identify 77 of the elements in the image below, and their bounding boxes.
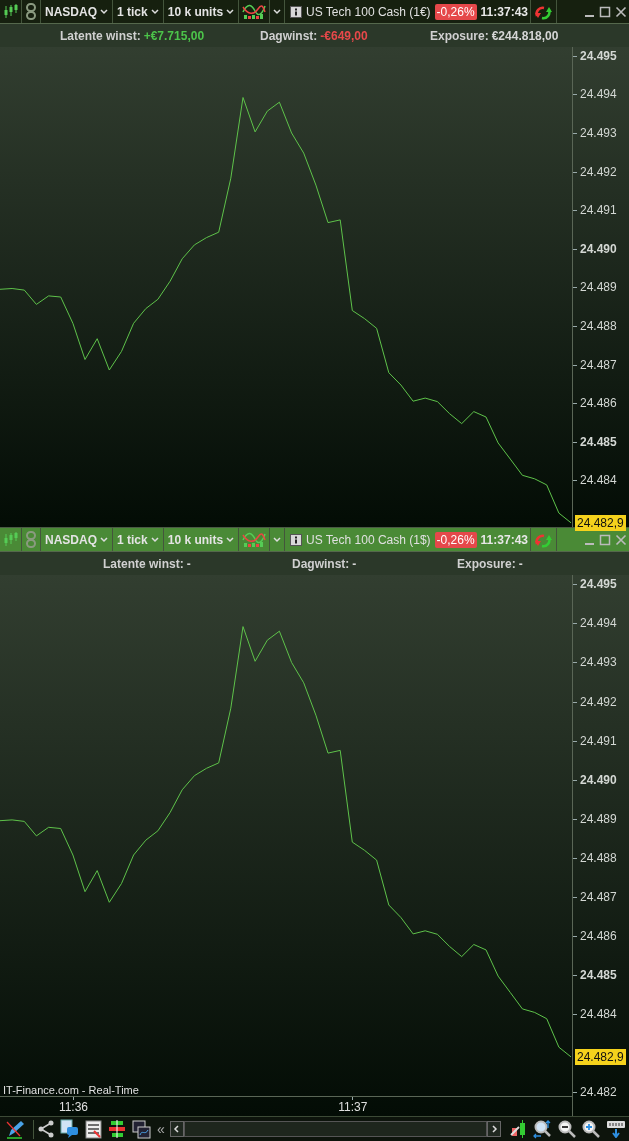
close-icon[interactable] <box>615 5 627 18</box>
size-dropdown[interactable]: 10 k units <box>166 4 236 19</box>
axis-label: 24.482 <box>580 1084 617 1101</box>
stat-label: Latente winst: <box>60 28 141 43</box>
axis-label: 24.495 <box>580 576 617 593</box>
stat-value: - <box>518 556 523 571</box>
info-icon[interactable] <box>290 5 303 18</box>
caret-icon <box>150 536 159 543</box>
zoom-fit-icon[interactable] <box>533 1119 552 1139</box>
axis-label: 24.493 <box>580 654 617 671</box>
stat-value: +€7.715,00 <box>143 28 205 43</box>
axis-label: 24.490 <box>580 240 617 257</box>
axis-label: 24.493 <box>580 125 617 142</box>
axis-label: 24.486 <box>580 927 617 944</box>
change-badge: -0,26% <box>434 3 477 20</box>
axis-label: 24.486 <box>580 395 617 412</box>
caret-icon <box>100 8 108 15</box>
stat-value: - <box>186 556 191 571</box>
axis-label: 24.491 <box>580 202 617 219</box>
maximize-icon[interactable] <box>599 5 611 18</box>
list-icon[interactable] <box>85 1119 102 1139</box>
axis-label: 24.485 <box>580 966 617 983</box>
zoom-out-icon[interactable] <box>558 1120 576 1138</box>
candle-edit-icon[interactable] <box>510 1120 527 1138</box>
pencil-icon[interactable] <box>6 1119 25 1139</box>
axis-label: 11:36 <box>58 1100 89 1114</box>
windows-icon[interactable] <box>132 1119 151 1139</box>
axis-label: 24.494 <box>580 86 617 103</box>
indicator-icon[interactable] <box>242 3 267 20</box>
stat-label: Dagwinst: <box>260 28 318 43</box>
stat-value: - <box>352 556 357 571</box>
clock-time: 11:37:43 <box>480 4 528 19</box>
axis-label: 24.484 <box>580 1005 617 1022</box>
axis-label: 24.491 <box>580 732 617 749</box>
interval-dropdown[interactable]: 1 tick <box>116 4 160 19</box>
instrument-name: US Tech 100 Cash (1$) <box>306 532 431 547</box>
axis-label: 24.490 <box>580 771 617 788</box>
axis-label: 24.487 <box>580 888 617 905</box>
zoom-in-icon[interactable] <box>582 1120 600 1138</box>
caret-icon <box>226 8 235 15</box>
axis-label: 24.495 <box>580 47 617 64</box>
last-price-label: 24.482,9 <box>575 514 626 531</box>
caret-icon <box>226 536 235 543</box>
stat-label: Latente winst: <box>103 556 184 571</box>
instrument-name: US Tech 100 Cash (1€) <box>306 4 431 19</box>
source-label: IT-Finance.com - Real-Time <box>3 1084 139 1096</box>
change-badge: -0,26% <box>434 531 477 548</box>
axis-label: 24.485 <box>580 433 617 450</box>
info-icon[interactable] <box>290 533 303 546</box>
axis-label: 24.488 <box>580 317 617 334</box>
stat-value: €244.818,00 <box>491 28 559 43</box>
share-icon[interactable] <box>37 1120 54 1138</box>
candlestick-icon[interactable] <box>3 4 18 19</box>
axis-label: 24.487 <box>580 356 617 373</box>
stat-value: -€649,00 <box>320 28 368 43</box>
caret-icon <box>100 536 108 543</box>
axis-label: 24.488 <box>580 849 617 866</box>
axis-label: 11:37 <box>338 1100 368 1114</box>
link-icon[interactable] <box>25 3 37 20</box>
bars-icon[interactable] <box>108 1120 126 1138</box>
axis-label: 24.494 <box>580 615 617 632</box>
axis-label: 24.489 <box>580 279 617 296</box>
collapse-button[interactable]: « <box>154 1121 168 1137</box>
stat-label: Dagwinst: <box>292 556 350 571</box>
caret-icon[interactable] <box>273 8 282 15</box>
axis-label: 24.484 <box>580 472 617 489</box>
keyboard-icon[interactable] <box>606 1120 626 1138</box>
chat-icon[interactable] <box>60 1119 79 1139</box>
caret-icon <box>150 8 159 15</box>
market-dropdown[interactable]: NASDAQ <box>44 4 109 19</box>
last-price-label: 24.482,9 <box>575 1048 626 1065</box>
stat-label: Exposure: <box>457 556 516 571</box>
clock-time: 11:37:43 <box>480 532 528 547</box>
axis-label: 24.489 <box>580 810 617 827</box>
axis-label: 24.492 <box>580 693 617 710</box>
axis-label: 24.492 <box>580 163 617 180</box>
stat-label: Exposure: <box>430 28 489 43</box>
